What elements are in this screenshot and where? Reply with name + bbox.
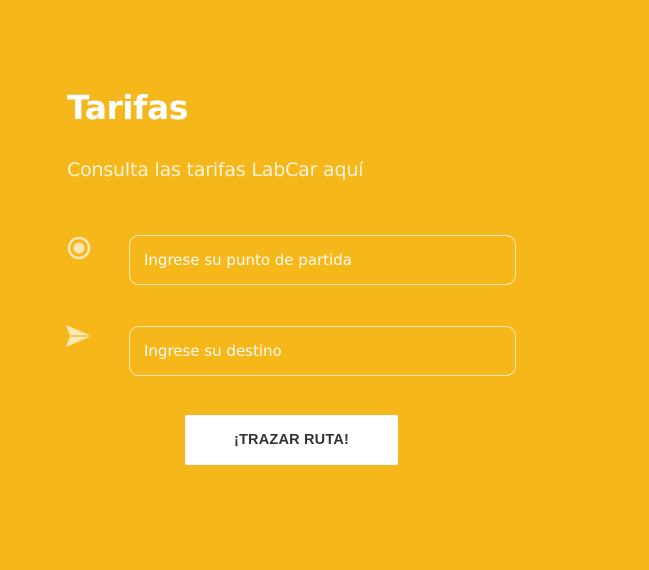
destination-input[interactable]	[129, 326, 516, 376]
radio-target-icon	[66, 235, 92, 261]
page-subtitle: Consulta las tarifas LabCar aquí	[67, 159, 364, 181]
tarifas-panel: Tarifas Consulta las tarifas LabCar aquí…	[0, 0, 649, 570]
trace-route-button[interactable]: ¡TRAZAR RUTA!	[185, 415, 398, 465]
paper-plane-icon	[65, 323, 92, 349]
origin-input[interactable]	[129, 235, 516, 285]
page-title: Tarifas	[67, 88, 188, 127]
